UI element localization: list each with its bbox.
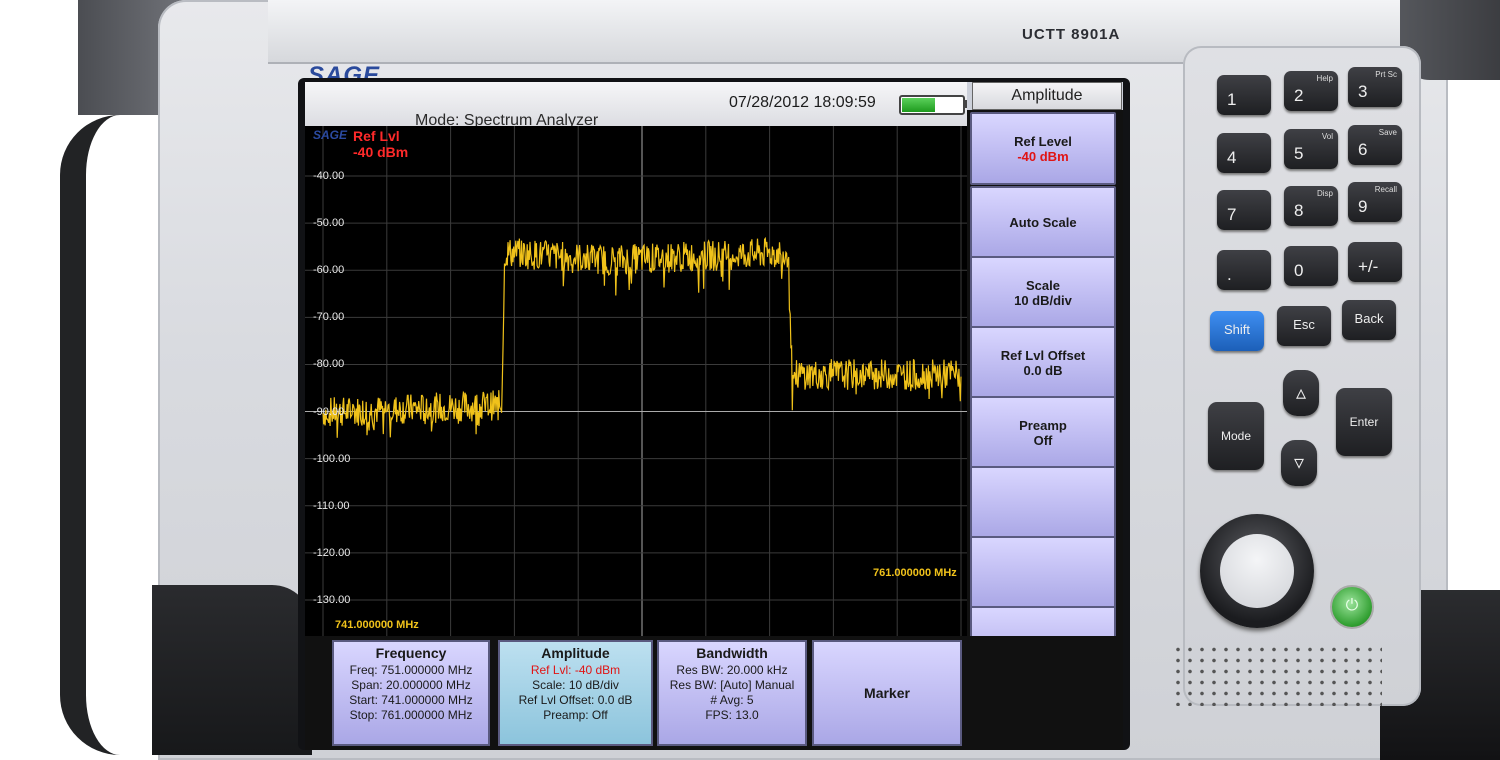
spectrum-analyzer-device: UCTT 8901A SAGE Mode: Spectrum Analyzer …	[0, 0, 1500, 760]
key-9[interactable]: 9 Recall	[1348, 182, 1402, 222]
key-number-label: 6	[1358, 140, 1368, 159]
key-number-label: .	[1227, 265, 1232, 284]
key-number-label: 5	[1294, 144, 1304, 163]
softkey-blank-6[interactable]	[970, 466, 1116, 539]
key-.[interactable]: .	[1217, 250, 1271, 290]
key-shift-label: Save	[1378, 128, 1397, 137]
enter-key[interactable]: Enter	[1336, 388, 1392, 456]
softkey-scale[interactable]: Scale 10 dB/div	[970, 256, 1116, 329]
key-6[interactable]: 6 Save	[1348, 125, 1402, 165]
triangle-up-icon[interactable]: ▵	[1283, 370, 1319, 416]
amplitude-panel[interactable]: Amplitude Ref Lvl: -40 dBm Scale: 10 dB/…	[498, 640, 653, 746]
key-7[interactable]: 7	[1217, 190, 1271, 230]
stop-frequency-label: 761.000000 MHz	[873, 567, 957, 579]
key-shift-label: Recall	[1374, 185, 1397, 194]
softkey-ref-lvl-offset[interactable]: Ref Lvl Offset 0.0 dB	[970, 326, 1116, 399]
mode-key[interactable]: Mode	[1208, 402, 1264, 470]
key-3[interactable]: 3 Prt Sc	[1348, 67, 1402, 107]
key-8[interactable]: 8 Disp	[1284, 186, 1338, 226]
ref-level-value: -40 dBm	[353, 144, 409, 160]
frequency-panel[interactable]: Frequency Freq: 751.000000 MHz Span: 20.…	[332, 640, 490, 746]
key-shift-label: Prt Sc	[1375, 70, 1397, 79]
key-shift-label: Vol	[1321, 132, 1333, 141]
key-5[interactable]: 5 Vol	[1284, 129, 1338, 169]
model-label: UCTT 8901A	[1022, 26, 1121, 43]
key-1[interactable]: 1	[1217, 75, 1271, 115]
triangle-down-icon[interactable]: ▿	[1281, 440, 1317, 486]
y-tick-label: -70.00	[313, 311, 345, 324]
speaker-grille	[1172, 644, 1382, 706]
key-number-label: +/-	[1358, 257, 1379, 276]
spectrum-chart	[305, 126, 967, 636]
key-number-label: 9	[1358, 197, 1368, 216]
esc-key[interactable]: Esc	[1277, 306, 1331, 346]
key-shift-label: Help	[1316, 74, 1333, 83]
key-2[interactable]: 2 Help	[1284, 71, 1338, 111]
power-icon[interactable]: ⏻	[1330, 585, 1374, 629]
y-tick-label: -80.00	[313, 358, 345, 371]
ref-level-readout: Ref Lvl -40 dBm	[353, 128, 408, 160]
rotary-knob-center	[1220, 534, 1294, 608]
bandwidth-panel[interactable]: Bandwidth Res BW: 20.000 kHz Res BW: [Au…	[657, 640, 807, 746]
start-frequency-label: 741.000000 MHz	[335, 619, 419, 631]
key-number-label: 7	[1227, 205, 1237, 224]
screen: Mode: Spectrum Analyzer 07/28/2012 18:09…	[305, 82, 1123, 750]
key-number-label: 4	[1227, 148, 1237, 167]
softkey-ref-level[interactable]: Ref Level -40 dBm	[970, 112, 1116, 185]
key-number-label: 2	[1294, 86, 1304, 105]
shift-key[interactable]: Shift	[1210, 311, 1264, 351]
y-tick-label: -130.00	[313, 594, 351, 606]
key-number-label: 8	[1294, 201, 1304, 220]
key-0[interactable]: 0	[1284, 246, 1338, 286]
softkey-auto-scale[interactable]: Auto Scale	[970, 186, 1116, 259]
battery-icon	[899, 95, 965, 115]
y-tick-label: -100.00	[313, 452, 351, 465]
bumper-bottom-left	[152, 585, 312, 755]
y-tick-label: -90.00	[313, 405, 345, 418]
datetime: 07/28/2012 18:09:59	[729, 94, 876, 111]
softkey-preamp[interactable]: Preamp Off	[970, 396, 1116, 469]
ref-level-label: Ref Lvl	[353, 128, 400, 144]
battery-fill	[902, 98, 935, 112]
y-tick-label: -40.00	[313, 170, 345, 182]
battery-tip	[963, 100, 967, 108]
key-shift-label: Disp	[1316, 189, 1333, 198]
bottom-panel-bar: Frequency Freq: 751.000000 MHz Span: 20.…	[305, 636, 1123, 750]
y-tick-label: -110.00	[313, 499, 350, 512]
y-tick-label: -120.00	[313, 546, 351, 559]
softkey-column: Ref Level -40 dBm Auto Scale Scale 10 dB/d…	[967, 110, 1123, 679]
key-+/-[interactable]: +/-	[1348, 242, 1402, 282]
spectrum-plot[interactable]	[305, 126, 967, 636]
key-number-label: 1	[1227, 90, 1237, 109]
y-tick-label: -50.00	[313, 217, 345, 230]
marker-panel[interactable]: Marker	[812, 640, 962, 746]
y-tick-label: -60.00	[313, 264, 345, 277]
key-number-label: 3	[1358, 82, 1368, 101]
screen-logo: SAGE	[313, 128, 348, 142]
active-menu-tab[interactable]: Amplitude	[972, 82, 1122, 110]
key-4[interactable]: 4	[1217, 133, 1271, 173]
key-number-label: 0	[1294, 261, 1304, 280]
back-key[interactable]: Back	[1342, 300, 1396, 340]
softkey-blank-7[interactable]	[970, 536, 1116, 609]
